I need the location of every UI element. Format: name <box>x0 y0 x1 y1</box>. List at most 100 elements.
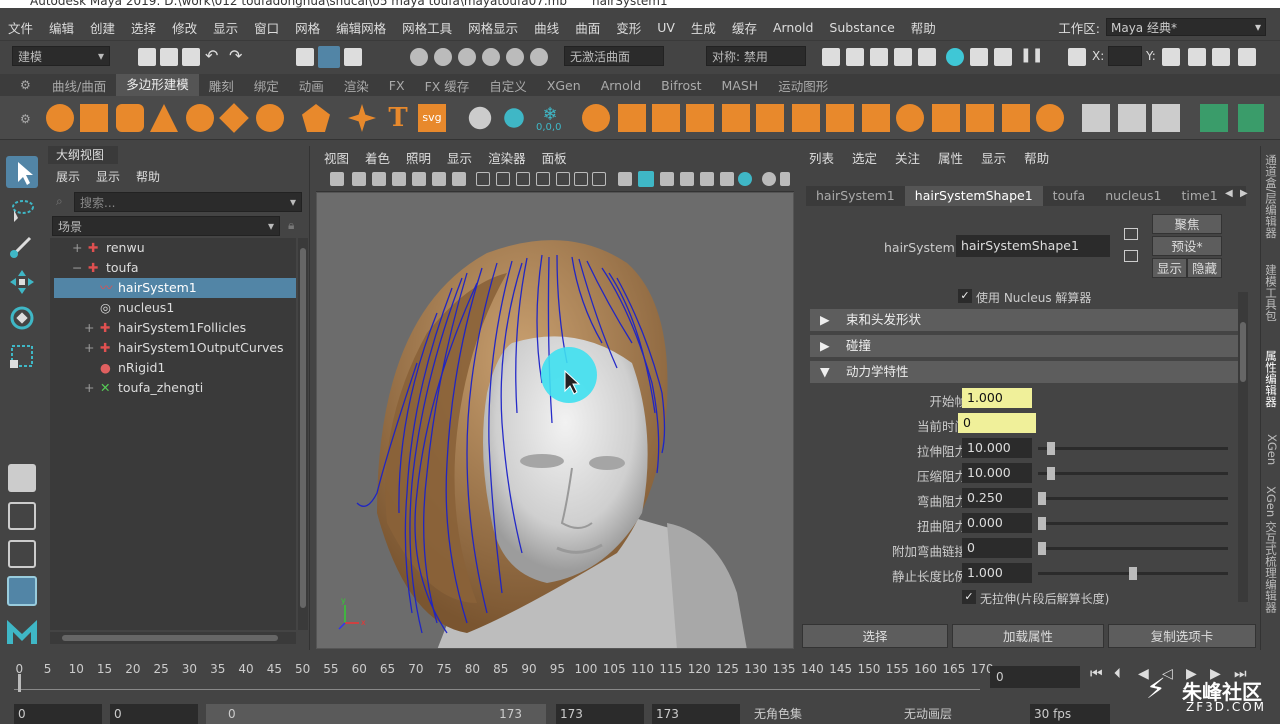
outliner-row-toufa-zhengti[interactable]: + ✕ toufa_zhengti <box>54 378 296 398</box>
transform-icon[interactable] <box>1068 48 1086 66</box>
menu-edit[interactable]: 编辑 <box>41 18 82 37</box>
menu-cache[interactable]: 缓存 <box>724 18 765 37</box>
outliner-row-renwu[interactable]: + ✚ renwu <box>54 238 296 258</box>
workspace-select[interactable]: Maya 经典* ▾ <box>1106 18 1266 36</box>
xray-icon[interactable] <box>780 172 790 186</box>
expander-icon[interactable]: + <box>72 238 82 258</box>
sweep-mesh-icon[interactable] <box>468 106 492 130</box>
lasso-tool-icon[interactable] <box>6 194 38 226</box>
smooth-shade-icon[interactable] <box>638 171 654 187</box>
text-tool-icon[interactable]: T <box>384 104 412 132</box>
select-component-icon[interactable] <box>344 48 362 66</box>
twist-resistance-slider[interactable] <box>1038 517 1228 530</box>
camera-select-icon[interactable] <box>330 172 344 186</box>
time-slider[interactable]: 0 5 10 15 20 25 30 35 40 45 50 55 60 65 70 75 80 85 90 95 10… <box>0 656 1280 694</box>
textured-icon[interactable] <box>680 172 694 186</box>
viewport-menu-view[interactable]: 视图 <box>316 148 357 167</box>
wireframe-on-shaded-icon[interactable] <box>660 172 674 186</box>
menu-mesh[interactable]: 网格 <box>287 18 328 37</box>
show-button[interactable]: 显示 <box>1152 258 1187 278</box>
outliner-horizontal-scrollbar[interactable] <box>50 632 296 644</box>
ae-menu-focus[interactable]: 关注 <box>886 148 929 167</box>
ae-tab-hairsystemshape1[interactable]: hairSystemShape1 <box>904 186 1043 206</box>
snap-surface-icon[interactable] <box>506 48 524 66</box>
twist-resistance-field[interactable]: 0.000 <box>962 513 1032 533</box>
camera-attrs-icon[interactable] <box>352 172 366 186</box>
node-name-field[interactable]: hairSystemShape1 <box>956 235 1110 257</box>
gate-mask-icon[interactable] <box>536 172 550 186</box>
hypershade-icon[interactable] <box>894 48 912 66</box>
quad-draw-icon[interactable] <box>966 104 994 132</box>
ae-tab-hairsystem1[interactable]: hairSystem1 <box>806 186 905 206</box>
scale-tool-icon[interactable] <box>6 340 38 372</box>
hide-button[interactable]: 隐藏 <box>1187 258 1222 278</box>
menu-help[interactable]: 帮助 <box>903 18 944 37</box>
shelf-tab-rendering[interactable]: 渲染 <box>334 76 379 95</box>
paint-select-icon[interactable] <box>6 230 38 262</box>
shelf-tab-rigging[interactable]: 绑定 <box>244 76 289 95</box>
slider-knob[interactable] <box>1047 467 1056 480</box>
render-setup-icon[interactable] <box>970 48 988 66</box>
shelf-tab-polygon-modeling[interactable]: 多边形建模 <box>116 74 199 96</box>
animation-start-field[interactable]: 0 <box>14 704 102 724</box>
snap-point-icon[interactable] <box>458 48 476 66</box>
viewport-menu-shading[interactable]: 着色 <box>357 148 398 167</box>
ae-tab-nucleus1[interactable]: nucleus1 <box>1095 186 1171 206</box>
snap-view-icon[interactable] <box>482 48 500 66</box>
menu-deform[interactable]: 变形 <box>608 18 649 37</box>
shelf-tab-xgen[interactable]: XGen <box>537 78 591 93</box>
extra-bend-links-field[interactable]: 0 <box>962 538 1032 558</box>
ae-vertical-scrollbar[interactable] <box>1238 292 1248 602</box>
save-scene-icon[interactable] <box>182 48 200 66</box>
poly-cylinder-icon[interactable] <box>116 104 144 132</box>
safe-title-icon[interactable] <box>592 172 606 186</box>
viewport-menu-panels[interactable]: 面板 <box>534 148 575 167</box>
ipr-render-icon[interactable] <box>846 48 864 66</box>
shelf-tab-mash[interactable]: MASH <box>712 78 769 93</box>
bend-resistance-slider[interactable] <box>1038 492 1228 505</box>
expander-icon[interactable]: + <box>84 378 94 398</box>
perspective-viewport[interactable]: y x <box>316 192 794 649</box>
lock-icon[interactable]: 🔒︎ <box>288 218 294 233</box>
fps-select[interactable]: 30 fps <box>1030 704 1110 724</box>
ae-menu-selected[interactable]: 选定 <box>843 148 886 167</box>
isolate-select-icon[interactable] <box>762 172 776 186</box>
shelf-tab-bifrost[interactable]: Bifrost <box>651 78 711 93</box>
open-scene-icon[interactable] <box>160 48 178 66</box>
ae-tab-toufa[interactable]: toufa <box>1043 186 1096 206</box>
ae-tab-time1[interactable]: time1 <box>1172 186 1228 206</box>
current-time-marker[interactable] <box>18 674 21 692</box>
no-stretch-checkbox[interactable]: ✓ <box>962 590 976 604</box>
expander-icon[interactable]: + <box>84 318 94 338</box>
light-editor-icon[interactable] <box>994 48 1012 66</box>
select-object-icon[interactable] <box>318 46 340 68</box>
render-settings-icon[interactable] <box>870 48 888 66</box>
separate-icon[interactable] <box>618 104 646 132</box>
render-view-icon[interactable] <box>918 48 936 66</box>
shadows-icon[interactable] <box>720 172 734 186</box>
menu-file[interactable]: 文件 <box>0 18 41 37</box>
expander-icon[interactable]: − <box>72 258 82 278</box>
ae-menu-help[interactable]: 帮助 <box>1015 148 1058 167</box>
range-slider[interactable]: 0 173 <box>206 704 546 724</box>
shelf-tab-curves[interactable]: 曲线/曲面 <box>42 76 116 95</box>
slide-icon[interactable] <box>1036 104 1064 132</box>
bevel-icon[interactable] <box>792 104 820 132</box>
menu-generate[interactable]: 生成 <box>683 18 724 37</box>
shelf-settings-icon[interactable]: ⚙ <box>20 78 31 92</box>
wireframe-icon[interactable] <box>618 172 632 186</box>
copy-tab-button[interactable]: 复制选项卡 <box>1108 624 1256 648</box>
combine-icon[interactable] <box>582 104 610 132</box>
compression-resistance-field[interactable]: 10.000 <box>962 463 1032 483</box>
outliner-row-nucleus1[interactable]: ◎ nucleus1 <box>54 298 296 318</box>
measure-icon[interactable] <box>504 108 524 128</box>
outliner-layout-icon[interactable] <box>7 576 37 606</box>
menu-substance[interactable]: Substance <box>821 20 902 35</box>
snap-grid-icon[interactable] <box>410 48 428 66</box>
focus-output-icon[interactable] <box>1124 250 1138 262</box>
poly-sphere-icon[interactable] <box>46 104 74 132</box>
go-to-start-icon[interactable]: ⏮ <box>1090 666 1103 682</box>
symmetry-select[interactable]: 对称: 禁用 <box>706 46 806 66</box>
pan-zoom-icon[interactable] <box>432 172 446 186</box>
snap-curve-icon[interactable] <box>434 48 452 66</box>
